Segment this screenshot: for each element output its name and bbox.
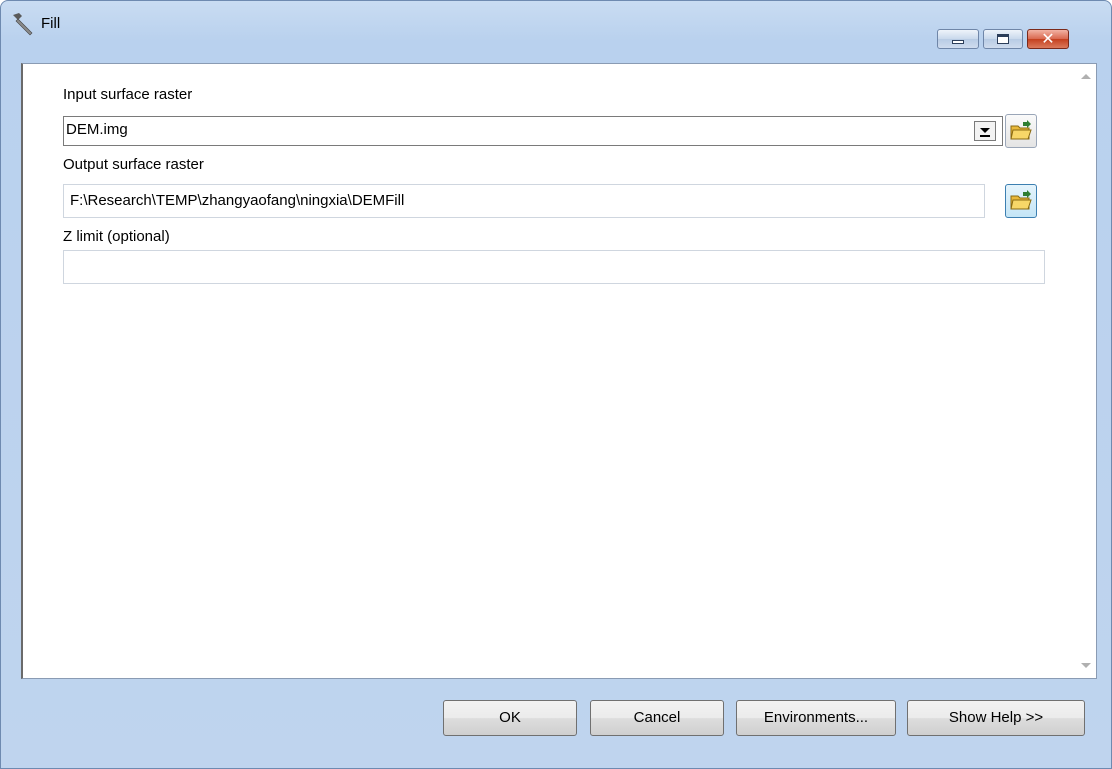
ok-button[interactable]: OK	[443, 700, 577, 736]
dropdown-button[interactable]	[974, 121, 996, 141]
minimize-button[interactable]	[937, 29, 979, 49]
z-limit-label: Z limit (optional)	[63, 228, 170, 245]
z-limit-input[interactable]	[63, 250, 1045, 284]
input-surface-raster-combo[interactable]: DEM.img	[63, 116, 1003, 146]
title-bar[interactable]: Fill ✕	[1, 1, 1111, 49]
open-folder-icon	[1010, 190, 1032, 210]
output-surface-raster-value: F:\Research\TEMP\zhangyaofang\ningxia\DE…	[70, 192, 405, 209]
close-button[interactable]: ✕	[1027, 29, 1069, 49]
hammer-icon	[13, 13, 33, 36]
output-surface-raster-input[interactable]: F:\Research\TEMP\zhangyaofang\ningxia\DE…	[63, 184, 985, 218]
open-folder-icon	[1010, 120, 1032, 140]
input-surface-raster-value: DEM.img	[66, 121, 128, 138]
minimize-icon	[952, 40, 964, 44]
close-icon: ✕	[1041, 29, 1055, 48]
fill-tool-window: Fill ✕ Input surface raster DEM.img Outp…	[0, 0, 1112, 769]
chevron-down-icon	[980, 128, 990, 133]
output-surface-raster-label: Output surface raster	[63, 156, 204, 173]
scroll-up-icon[interactable]	[1081, 74, 1091, 79]
vertical-scrollbar[interactable]	[1076, 64, 1096, 678]
input-surface-raster-label: Input surface raster	[63, 86, 193, 103]
maximize-button[interactable]	[983, 29, 1023, 49]
maximize-icon	[997, 34, 1009, 44]
window-title: Fill	[41, 15, 61, 32]
show-help-button[interactable]: Show Help >>	[907, 700, 1085, 736]
cancel-button[interactable]: Cancel	[590, 700, 724, 736]
scroll-down-icon[interactable]	[1081, 663, 1091, 668]
parameters-panel: Input surface raster DEM.img Output surf…	[21, 63, 1097, 679]
output-browse-button[interactable]	[1005, 184, 1037, 218]
input-browse-button[interactable]	[1005, 114, 1037, 148]
environments-button[interactable]: Environments...	[736, 700, 896, 736]
